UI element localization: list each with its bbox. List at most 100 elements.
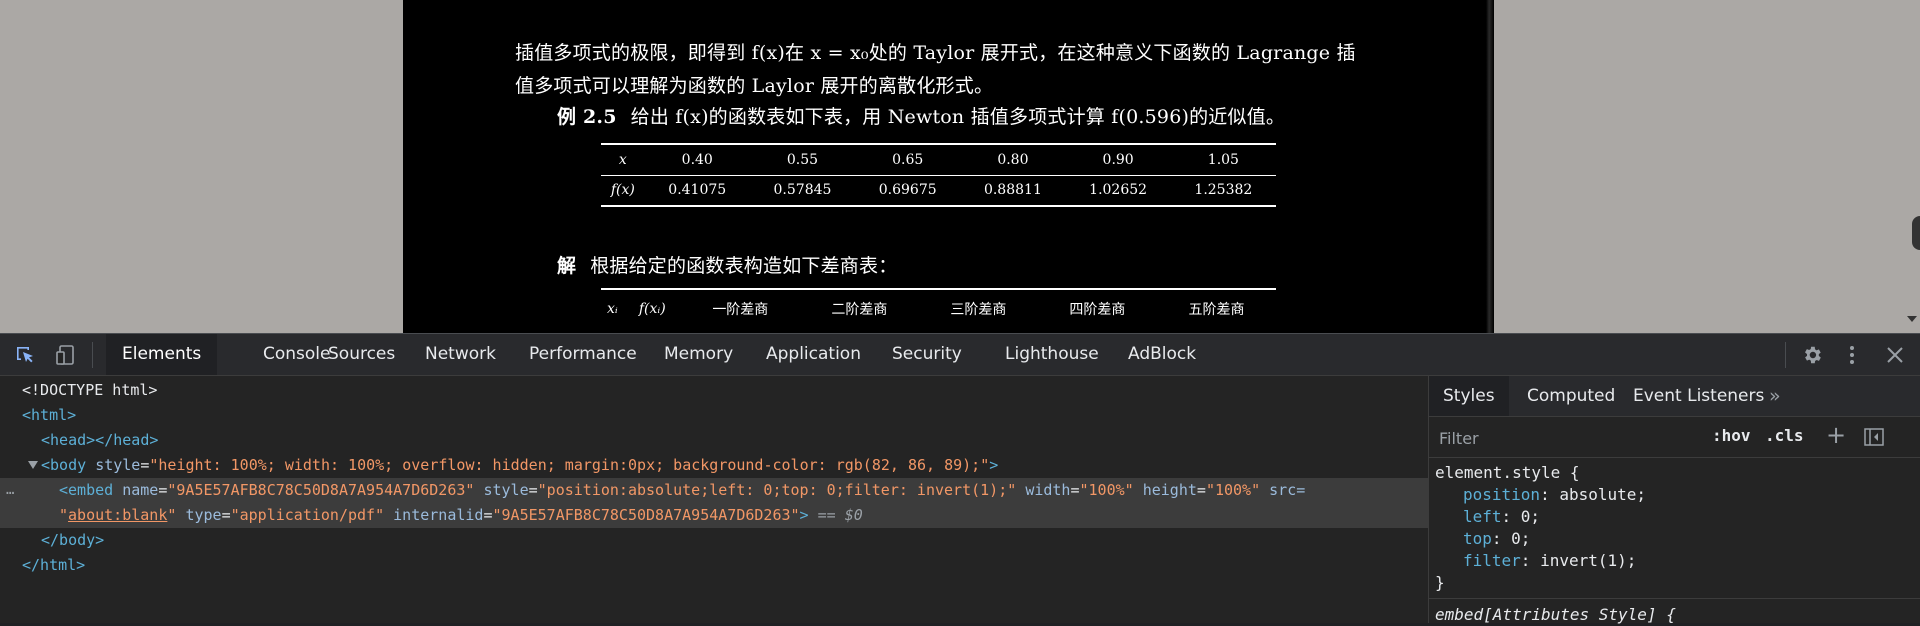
hov-toggle-button[interactable]: :hov [1712,426,1751,445]
rule-divider [1429,598,1920,599]
doctype-text: <!DOCTYPE html> [22,381,158,399]
table-cell: 1.05 [1170,144,1276,176]
node-actions-dots-icon[interactable]: … [6,478,14,503]
more-tabs-chevron-icon[interactable]: » [1769,385,1781,407]
styles-filter-input[interactable] [1437,425,1701,451]
src-link[interactable]: about:blank [68,506,167,524]
rule-selector[interactable]: element.style { [1435,462,1580,484]
body-open-tag: <body [41,456,87,474]
tab-elements[interactable]: Elements [106,334,218,375]
pdf-solution-line: 解根据给定的函数表构造如下差商表： [557,251,897,278]
styles-filter-bar: :hov .cls + [1429,417,1920,458]
tab-lighthouse[interactable]: Lighthouse [989,334,1115,375]
css-property: top [1463,529,1492,548]
solution-label: 解 [557,255,577,277]
vertical-scrollbar[interactable] [1903,0,1920,333]
table-header-cell: 三阶差商 [950,301,1007,318]
browser-viewport: 插值多项式的极限，即得到 f(x)在 x = x₀处的 Taylor 展开式，在… [0,0,1920,333]
dom-node-embed-continued[interactable]: "about:blank" type="application/pdf" int… [0,503,1487,528]
device-toolbar-icon[interactable] [55,344,77,366]
tab-performance[interactable]: Performance [513,334,653,375]
table-row-fx: f(x) 0.41075 0.57845 0.69675 0.88811 1.0… [601,175,1276,206]
attr-name: width [1025,481,1071,499]
dom-node-html[interactable]: <html> [0,403,1450,428]
pdf-example-line: 例 2.5 给出 f(x)的函数表如下表，用 Newton 插值多项式计算 f(0… [557,102,1285,129]
example-label: 例 2.5 [557,106,617,128]
divided-difference-table: xᵢ f(xᵢ) 一阶差商 二阶差商 三阶差商 四阶差商 五阶差商 [601,288,1276,327]
devtools-toolbar: Elements Console Sources Network Perform… [0,334,1920,376]
tab-adblock[interactable]: AdBlock [1112,334,1212,375]
css-property: filter [1463,551,1521,570]
table-cell: 1.02652 [1089,182,1148,199]
attr-value: "position:absolute;left: 0;top: 0;filter… [537,481,1017,499]
table-header-cell: xᵢ [607,300,618,317]
css-value: absolute; [1559,485,1647,504]
attr-name: type [185,506,222,524]
scroll-thumb[interactable] [1912,216,1920,250]
table-cell: 0.69675 [878,182,937,199]
attr-value-quote: " [59,506,69,524]
table-header-fx: f(x) [610,182,635,199]
dom-node-head[interactable]: <head></head> [0,428,1469,453]
css-declaration[interactable]: filter: invert(1); [1463,550,1636,572]
tab-computed[interactable]: Computed [1513,376,1629,416]
toolbar-separator [1785,342,1786,368]
tab-memory[interactable]: Memory [648,334,749,375]
rule-selector-attributes[interactable]: embed[Attributes Style] { [1435,604,1676,626]
styles-rules: element.style { position: absolute; left… [1429,458,1920,626]
table-cell: 0.88811 [983,182,1042,199]
inspect-element-icon[interactable] [14,344,36,366]
pdf-page: 插值多项式的极限，即得到 f(x)在 x = x₀处的 Taylor 展开式，在… [403,0,1494,333]
attr-value: "100%" [1079,481,1134,499]
more-options-icon[interactable] [1848,344,1856,366]
css-declaration[interactable]: position: absolute; [1463,484,1646,506]
css-declaration[interactable]: left: 0; [1463,506,1540,528]
dom-node-doctype[interactable]: <!DOCTYPE html> [0,378,1450,403]
solution-text: 根据给定的函数表构造如下差商表： [590,255,898,277]
dom-node-body-close[interactable]: </body> [0,528,1469,553]
tab-network[interactable]: Network [409,334,512,375]
attr-value: "application/pdf" [230,506,385,524]
html-open-tag: <html> [22,406,77,424]
gear-icon[interactable] [1801,344,1823,366]
dom-node-embed[interactable]: … <embed name="9A5E57AFB8C78C50D8A7A954A… [0,478,1487,503]
pdf-paragraph-line-2: 值多项式可以理解为函数的 Laylor 展开的离散化形式。 [515,75,994,97]
css-property: left [1463,507,1502,526]
tag-close: > [799,506,809,524]
expand-triangle-icon[interactable] [28,461,38,469]
attr-name: height [1142,481,1197,499]
attr-value-quote: " [167,506,177,524]
new-style-rule-button[interactable]: + [1826,421,1846,449]
table-header-x: x [601,144,645,176]
close-icon[interactable] [1886,346,1904,364]
attr-value: "9A5E57AFB8C78C50D8A7A954A7D6D263" [167,481,475,499]
attr-name: name [122,481,159,499]
elements-dom-tree: <!DOCTYPE html> <html> <head></head> <bo… [0,376,1487,623]
cls-toggle-button[interactable]: .cls [1765,426,1804,445]
table-cell: 0.90 [1065,144,1171,176]
table-cell: 0.57845 [773,182,832,199]
tab-event-listeners[interactable]: Event Listeners [1619,376,1778,416]
css-value: 0; [1511,529,1531,548]
tab-styles[interactable]: Styles [1429,376,1509,416]
tab-sources[interactable]: Sources [312,334,411,375]
tab-application[interactable]: Application [750,334,877,375]
css-declaration[interactable]: top: 0; [1463,528,1530,550]
toggle-sidebar-pane-icon[interactable] [1864,428,1884,446]
table-header-cell: 二阶差商 [831,301,888,318]
table-cell: 0.40 [644,144,750,176]
table-header-cell: f(xᵢ) [638,300,666,317]
css-value: 0; [1520,507,1541,526]
attr-value: "9A5E57AFB8C78C50D8A7A954A7D6D263" [492,506,800,524]
tab-security[interactable]: Security [876,334,978,375]
example-text: 给出 f(x)的函数表如下表，用 Newton 插值多项式计算 f(0.596)… [630,106,1286,128]
table-cell: 1.25382 [1194,182,1253,199]
attr-value: "height: 100%; width: 100%; overflow: hi… [149,456,990,474]
dom-node-body[interactable]: <body style="height: 100%; width: 100%; … [0,453,1456,478]
toolbar-separator [92,342,93,368]
css-value: invert(1); [1540,551,1637,570]
sidebar-tabs: Styles Computed Event Listeners » [1429,376,1920,417]
scroll-down-arrow-icon[interactable] [1907,316,1917,322]
tag-close: > [989,456,999,474]
dom-node-html-close[interactable]: </html> [0,553,1450,578]
